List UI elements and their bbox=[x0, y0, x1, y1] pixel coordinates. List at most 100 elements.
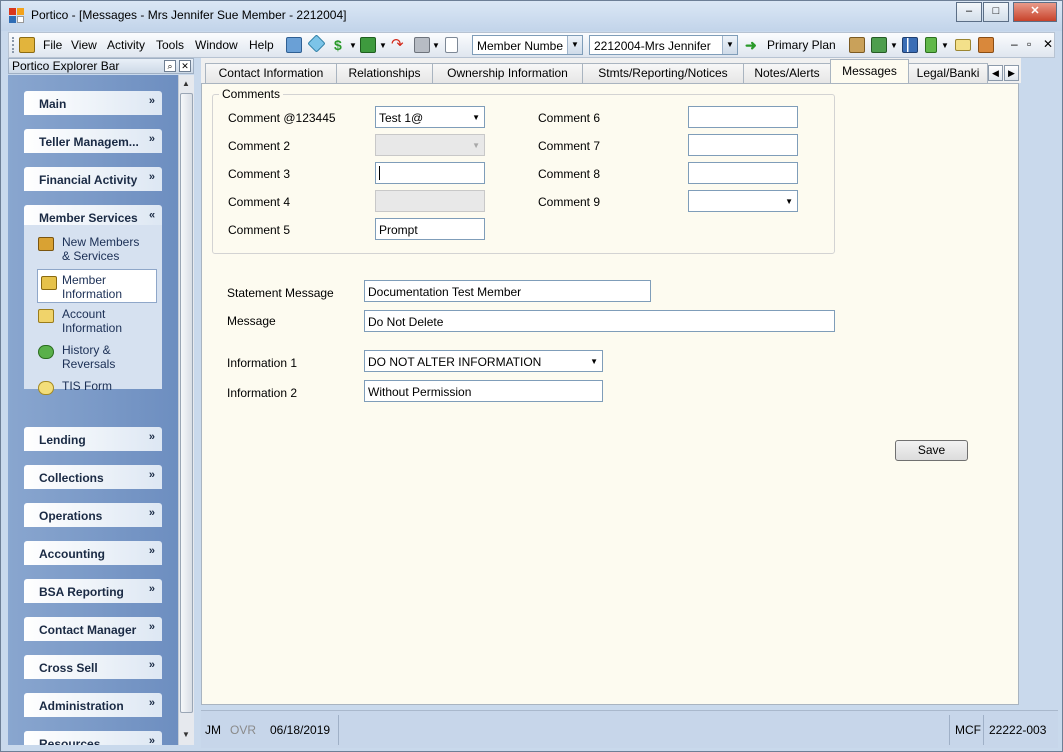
task-new-members[interactable]: New Members & Services bbox=[38, 235, 158, 263]
comment-7-field[interactable] bbox=[688, 134, 798, 156]
group-lending[interactable]: Lending » bbox=[24, 427, 162, 451]
menu-tools[interactable]: Tools bbox=[156, 38, 184, 52]
chevron-down-icon[interactable]: ▼ bbox=[785, 197, 793, 206]
scroll-up-icon[interactable]: ▲ bbox=[182, 79, 190, 88]
redo-arrow-icon[interactable]: ↷ bbox=[391, 37, 407, 53]
save-button[interactable]: Save bbox=[895, 440, 968, 461]
dollar-menu-chevron-down-icon[interactable]: ▼ bbox=[349, 41, 357, 50]
menu-help[interactable]: Help bbox=[249, 38, 274, 52]
comment-9-select[interactable]: ▼ bbox=[688, 190, 798, 212]
bar-chart-icon[interactable] bbox=[902, 37, 918, 53]
task-account-information[interactable]: Account Information bbox=[38, 307, 158, 335]
tab-scroll-left-icon[interactable]: ◀ bbox=[988, 65, 1003, 81]
comment-1-select[interactable]: Test 1@ ▼ bbox=[375, 106, 485, 128]
group-contact-manager[interactable]: Contact Manager » bbox=[24, 617, 162, 641]
task-member-information[interactable]: Member Information bbox=[37, 269, 157, 303]
chevron-down-icon[interactable]: ▼ bbox=[590, 357, 598, 366]
chevron-down-icon[interactable]: » bbox=[149, 545, 155, 557]
chevron-down-icon[interactable]: » bbox=[149, 95, 155, 107]
comment-3-field[interactable] bbox=[375, 162, 485, 184]
message-field[interactable]: Do Not Delete bbox=[364, 310, 835, 332]
comment-5-field[interactable]: Prompt bbox=[375, 218, 485, 240]
chevron-down-icon[interactable]: » bbox=[149, 621, 155, 633]
mdi-restore-button[interactable]: ▫ bbox=[1027, 37, 1031, 51]
notes-icon[interactable] bbox=[978, 37, 994, 53]
dollar-icon[interactable]: $ bbox=[334, 37, 350, 53]
scroll-down-icon[interactable]: ▼ bbox=[182, 730, 190, 739]
printer-menu-chevron-down-icon[interactable]: ▼ bbox=[432, 41, 440, 50]
tab-stmts-reporting-notices[interactable]: Stmts/Reporting/Notices bbox=[582, 63, 744, 83]
tab-notes-alerts[interactable]: Notes/Alerts bbox=[743, 63, 831, 83]
information-2-field[interactable]: Without Permission bbox=[364, 380, 603, 402]
group-cross-sell[interactable]: Cross Sell » bbox=[24, 655, 162, 679]
chevron-down-icon[interactable]: ▼ bbox=[472, 113, 480, 122]
group-operations[interactable]: Operations » bbox=[24, 503, 162, 527]
minimize-window-button[interactable]: – bbox=[956, 2, 982, 22]
chevron-down-icon[interactable]: » bbox=[149, 469, 155, 481]
mdi-close-button[interactable]: ✕ bbox=[1043, 37, 1053, 51]
mdi-minimize-button[interactable]: – bbox=[1011, 37, 1018, 51]
tab-scroll-right-icon[interactable]: ▶ bbox=[1004, 65, 1019, 81]
menu-view[interactable]: View bbox=[71, 38, 97, 52]
member-combo[interactable]: 2212004-Mrs Jennifer ▼ bbox=[589, 35, 738, 55]
chevron-down-icon[interactable]: » bbox=[149, 133, 155, 145]
scrollbar-thumb[interactable] bbox=[180, 93, 193, 713]
close-window-button[interactable]: ✕ bbox=[1013, 2, 1057, 22]
group-main[interactable]: Main » bbox=[24, 91, 162, 115]
chevron-down-icon[interactable]: » bbox=[149, 507, 155, 519]
transfer-icon[interactable] bbox=[871, 37, 887, 53]
chevron-down-icon[interactable]: » bbox=[149, 431, 155, 443]
chevron-down-icon[interactable]: ▼ bbox=[567, 36, 582, 54]
chevron-down-icon[interactable]: » bbox=[149, 735, 155, 745]
menu-activity[interactable]: Activity bbox=[107, 38, 145, 52]
chevron-up-icon[interactable]: » bbox=[149, 209, 155, 221]
group-financial-activity[interactable]: Financial Activity » bbox=[24, 167, 162, 191]
cash-icon[interactable] bbox=[360, 37, 376, 53]
tab-contact-information[interactable]: Contact Information bbox=[205, 63, 337, 83]
chevron-down-icon[interactable]: » bbox=[149, 583, 155, 595]
statement-message-field[interactable]: Documentation Test Member bbox=[364, 280, 651, 302]
go-arrow-icon[interactable]: ➜ bbox=[745, 37, 761, 53]
chevron-down-icon[interactable]: ▼ bbox=[722, 36, 737, 54]
comment-6-field[interactable] bbox=[688, 106, 798, 128]
menu-file[interactable]: File bbox=[43, 38, 62, 52]
chevron-down-icon[interactable]: » bbox=[149, 697, 155, 709]
group-teller-management[interactable]: Teller Managem... » bbox=[24, 129, 162, 153]
battery-menu-chevron-down-icon[interactable]: ▼ bbox=[941, 41, 949, 50]
menu-window[interactable]: Window bbox=[195, 38, 238, 52]
mail-icon[interactable] bbox=[955, 39, 971, 51]
card-icon[interactable] bbox=[307, 34, 326, 53]
primary-plan-button[interactable]: Primary Plan bbox=[767, 38, 836, 52]
group-administration[interactable]: Administration » bbox=[24, 693, 162, 717]
group-bsa-reporting[interactable]: BSA Reporting » bbox=[24, 579, 162, 603]
new-document-icon[interactable] bbox=[445, 37, 458, 53]
comment-5-label: Comment 5 bbox=[228, 223, 291, 237]
battery-icon[interactable] bbox=[925, 37, 937, 53]
information-1-select[interactable]: DO NOT ALTER INFORMATION ▼ bbox=[364, 350, 603, 372]
comment-8-field[interactable] bbox=[688, 162, 798, 184]
explorer-scrollbar[interactable]: ▲ ▼ bbox=[178, 75, 194, 745]
task-history-reversals[interactable]: History & Reversals bbox=[38, 343, 158, 371]
tab-relationships[interactable]: Relationships bbox=[336, 63, 433, 83]
transfer-menu-chevron-down-icon[interactable]: ▼ bbox=[890, 41, 898, 50]
account-information-icon bbox=[38, 309, 54, 323]
toolbar-grip-icon[interactable] bbox=[12, 37, 15, 53]
search-type-combo[interactable]: Member Numbe ▼ bbox=[472, 35, 583, 55]
member-lookup-icon[interactable] bbox=[286, 37, 302, 53]
cash-menu-chevron-down-icon[interactable]: ▼ bbox=[379, 41, 387, 50]
printer-icon[interactable] bbox=[414, 37, 430, 53]
portico-menu-icon[interactable] bbox=[19, 37, 35, 53]
group-resources[interactable]: Resources » bbox=[24, 731, 162, 745]
chevron-down-icon[interactable]: » bbox=[149, 659, 155, 671]
group-accounting[interactable]: Accounting » bbox=[24, 541, 162, 565]
pin-icon[interactable]: ⌕ bbox=[164, 60, 176, 72]
group-collections[interactable]: Collections » bbox=[24, 465, 162, 489]
close-explorer-icon[interactable]: ✕ bbox=[179, 60, 191, 72]
members-icon[interactable] bbox=[849, 37, 865, 53]
task-tis-form[interactable]: TIS Form bbox=[38, 379, 158, 395]
chevron-down-icon[interactable]: » bbox=[149, 171, 155, 183]
maximize-window-button[interactable]: □ bbox=[983, 2, 1009, 22]
tab-messages[interactable]: Messages bbox=[830, 59, 909, 84]
tab-legal-banking[interactable]: Legal/Banki bbox=[908, 63, 988, 83]
tab-ownership-information[interactable]: Ownership Information bbox=[432, 63, 583, 83]
